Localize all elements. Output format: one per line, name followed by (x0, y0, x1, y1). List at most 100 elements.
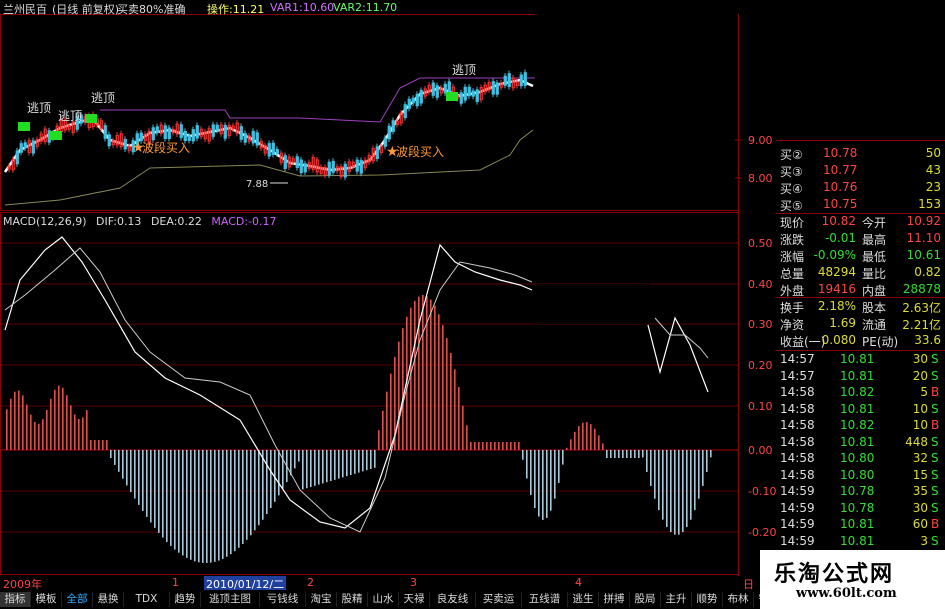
candle-body (331, 160, 335, 173)
tick-time: 14:58 (780, 385, 815, 399)
indicator-tab[interactable]: 逃顶主图 (201, 592, 260, 607)
indicator-tab[interactable]: 天禄 (399, 592, 430, 607)
stat-label: 收益(一) (780, 335, 826, 349)
time-axis: 2009年 1 2010/01/12/二 2 3 4 日 (0, 576, 760, 592)
tick-price: 10.81 (840, 434, 875, 449)
indicator-tab[interactable]: 山水 (368, 592, 399, 607)
bid-row: 买④ 10.76 23 (778, 180, 941, 197)
indicator-tab[interactable]: 逃生 (568, 592, 599, 607)
macd-histogram-bar (642, 450, 644, 458)
bid-row: 买③ 10.77 43 (778, 163, 941, 180)
macd-histogram-bar (446, 338, 448, 450)
macd-histogram-bar (650, 450, 652, 486)
macd-tick-label: 0.30 (748, 318, 773, 331)
indicator-tab[interactable]: 股局 (630, 592, 661, 607)
macd-histogram-bar (658, 450, 660, 511)
macd-histogram-bar (238, 450, 240, 548)
bid-level-label: 买⑤ (780, 199, 803, 213)
indicator-tab[interactable]: TDX (124, 592, 170, 607)
macd-histogram-bar (666, 450, 668, 528)
macd-histogram-bar (234, 450, 236, 552)
macd-histogram-bar (382, 410, 384, 450)
macd-histogram-bar (638, 450, 640, 458)
macd-histogram-bar (710, 450, 712, 458)
macd-histogram-bar (678, 450, 680, 535)
tick-direction: S (931, 352, 939, 366)
macd-histogram-bar (18, 390, 20, 450)
macd-histogram-bar (170, 450, 172, 546)
tick-price: 10.81 (840, 368, 875, 383)
month-3: 3 (410, 576, 417, 589)
bid-row: 买⑤ 10.75 153 (778, 197, 941, 214)
indicator-tab[interactable]: 布林 (723, 592, 754, 607)
macd-histogram-bar (402, 328, 404, 450)
tick-row: 14:59 10.81 3 S (778, 534, 941, 551)
tick-direction: S (931, 434, 939, 449)
macd-histogram-bar (494, 442, 496, 450)
indicator-tab[interactable]: 主升 (661, 592, 692, 607)
bid-volume: 153 (918, 197, 941, 211)
indicator-tab[interactable]: 五线谱 (522, 592, 568, 607)
quote-value: 28878 (902, 282, 941, 296)
macd-histogram-bar (106, 440, 108, 450)
macd-histogram-bar (574, 431, 576, 450)
macd-histogram-bar (418, 296, 420, 450)
indicator-tab[interactable]: 全部 (62, 592, 93, 607)
indicator-tab[interactable]: 拼搏 (599, 592, 630, 607)
macd-histogram-bar (594, 428, 596, 450)
tick-price: 10.81 (840, 352, 875, 366)
indicator-tab[interactable]: 指标 (0, 592, 31, 607)
stat-row: 收益(一) 0.080 PE(动) 33.6 (778, 333, 941, 350)
indicator-tab[interactable]: 股精 (337, 592, 368, 607)
candle-body (239, 126, 243, 140)
tick-row: 14:59 10.81 60 B (778, 517, 941, 534)
price-tick-label: 9.00 (748, 134, 773, 147)
macd-histogram-bar (30, 414, 32, 450)
indicator-tab[interactable]: 淘宝 (306, 592, 337, 607)
macd-histogram-bar (26, 404, 28, 450)
macd-histogram-bar (702, 450, 704, 486)
macd-histogram-bar (434, 305, 436, 450)
indicator-tab[interactable]: 买卖运 (476, 592, 522, 607)
candle-body (467, 86, 471, 97)
quote-value: 10.92 (906, 214, 941, 228)
macd-histogram-bar (390, 373, 392, 450)
macd-histogram-bar (86, 410, 88, 450)
stat-value: 2.18% (817, 299, 856, 313)
tick-price: 10.82 (840, 385, 875, 399)
indicator-tab[interactable]: 顺势 (692, 592, 723, 607)
stat-row: 换手 2.18% 股本 2.63亿 (778, 299, 941, 316)
macd-histogram-bar (62, 387, 64, 450)
indicator-tab[interactable]: 良友线 (430, 592, 476, 607)
macd-histogram-bar (682, 450, 684, 533)
macd-histogram-bar (186, 450, 188, 558)
indicator-tab[interactable]: 亏钱线 (260, 592, 306, 607)
macd-histogram-bar (130, 450, 132, 493)
macd-histogram-bar (242, 450, 244, 544)
macd-histogram-bar (654, 450, 656, 499)
macd-histogram-bar (674, 450, 676, 535)
indicator-tab[interactable]: 模板 (31, 592, 62, 607)
panel-separator (776, 350, 945, 351)
tick-direction: S (931, 500, 939, 515)
macd-histogram-bar (358, 450, 360, 473)
candle-body (163, 125, 167, 139)
tick-volume: 3 (920, 533, 928, 548)
candle-body (327, 161, 331, 176)
op-value: 操作:11.21 (207, 3, 265, 16)
quote-value: 11.10 (906, 231, 941, 245)
indicator-tab[interactable]: 悬换 (93, 592, 124, 607)
occluded-region (535, 284, 650, 324)
indicator-tab[interactable]: 趋势 (170, 592, 201, 607)
candle-body (211, 124, 215, 137)
macd-histogram-bar (50, 398, 52, 450)
macd-histogram-bar (542, 450, 544, 520)
macd-histogram-bar (202, 450, 204, 563)
tick-volume: 60 (912, 517, 928, 531)
escape-top-label: 逃顶 (58, 109, 82, 123)
stock-name: 兰州民百 (3, 3, 47, 16)
quote-label: 今开 (862, 216, 887, 230)
escape-top-marker (18, 122, 30, 131)
tick-time: 14:57 (780, 368, 815, 383)
month-1: 1 (172, 576, 179, 589)
